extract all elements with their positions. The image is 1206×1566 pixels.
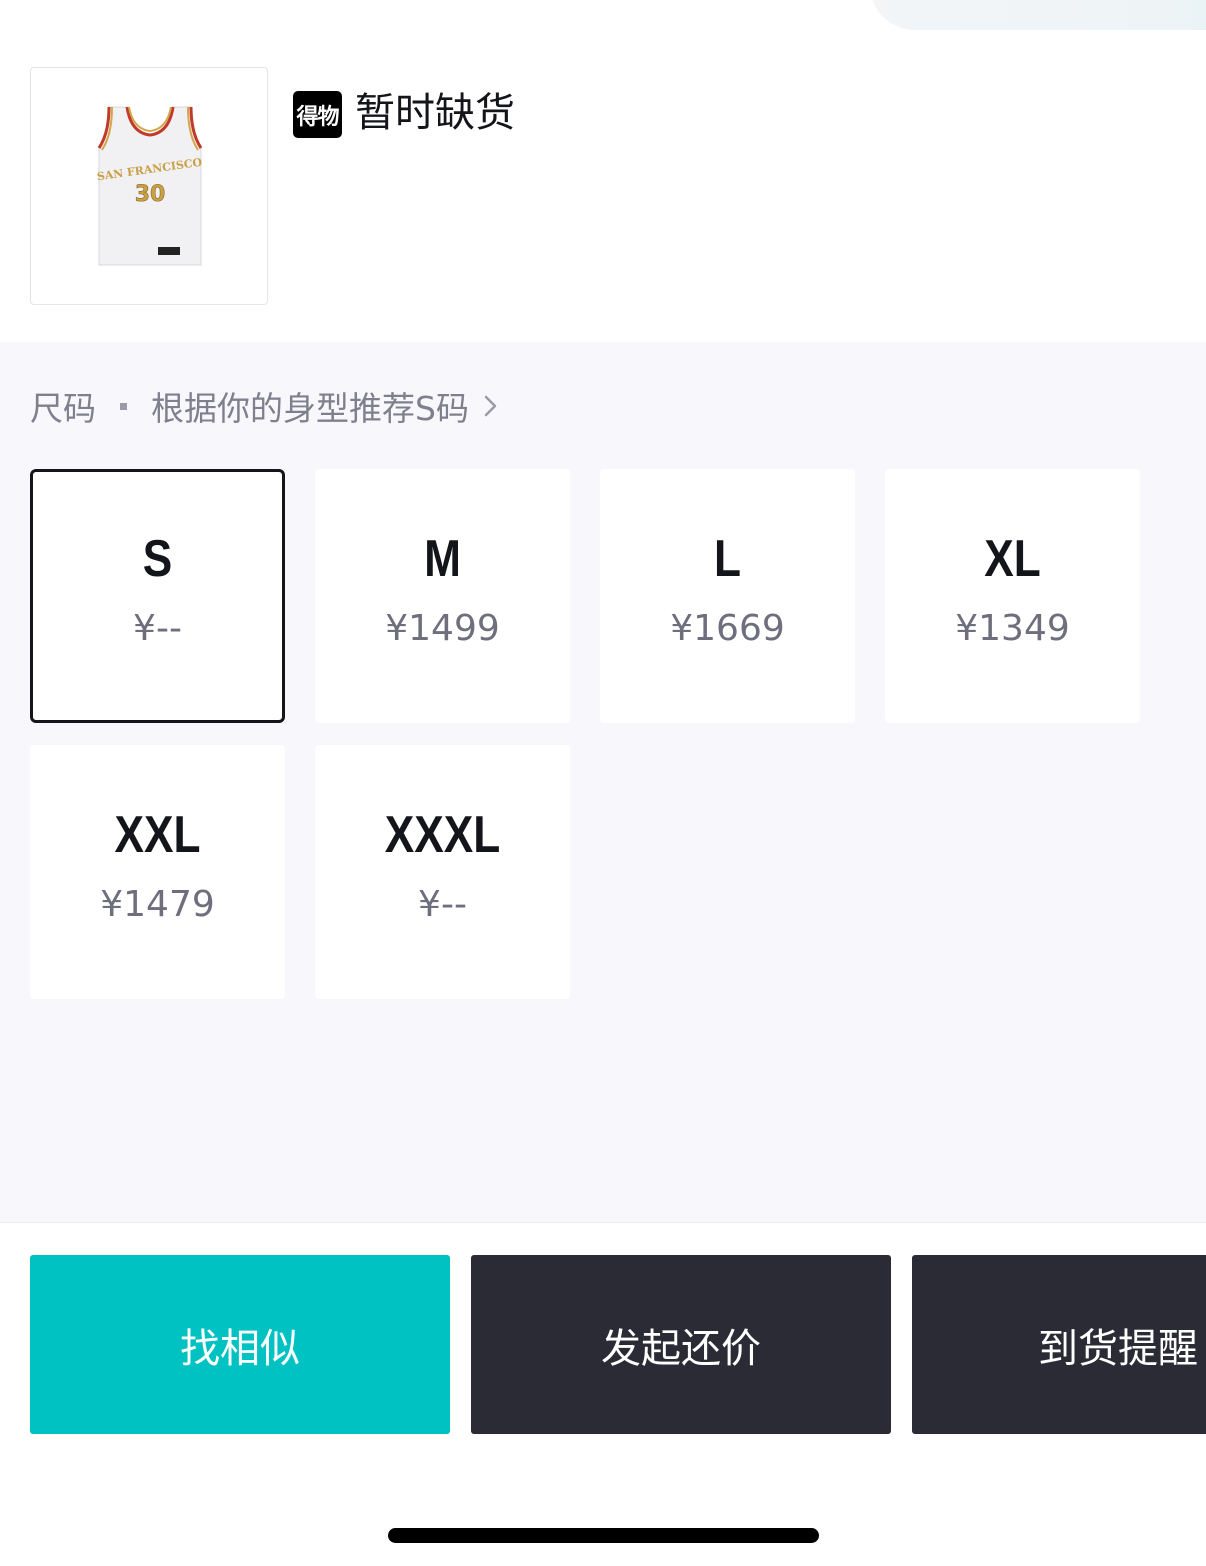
size-label: M [424,530,461,588]
product-header: SAN FRANCISCO 30 得物 暂时缺货 [0,0,1206,342]
brand-logo-badge: 得物 [293,91,342,138]
size-price: ¥1349 [955,608,1070,649]
size-price: ¥1479 [100,884,215,925]
size-label: S [142,530,173,588]
size-recommendation-text: 根据你的身型推荐S码 [151,389,469,428]
make-offer-button[interactable]: 发起还价 [471,1255,891,1434]
size-label: L [713,530,741,588]
product-size-sheet: SAN FRANCISCO 30 得物 暂时缺货 尺码 根据你的身型推荐S码 S… [0,0,1206,1566]
size-label: XXL [114,806,201,864]
bottom-action-bar: 找相似 发起还价 到货提醒 [0,1222,1206,1566]
size-label: XXXL [384,806,501,864]
find-similar-button[interactable]: 找相似 [30,1255,450,1434]
size-price: ¥-- [418,884,467,925]
size-grid: S ¥-- M ¥1499 L ¥1669 XL ¥1349 XXL ¥1479… [30,469,1170,999]
size-option-xxxl[interactable]: XXXL ¥-- [315,745,570,999]
size-price: ¥-- [133,608,182,649]
jersey-image: SAN FRANCISCO 30 [96,106,203,266]
size-section-label: 尺码 [30,389,96,428]
size-option-l[interactable]: L ¥1669 [600,469,855,723]
size-option-xxl[interactable]: XXL ¥1479 [30,745,285,999]
home-indicator[interactable] [388,1528,819,1543]
size-option-xl[interactable]: XL ¥1349 [885,469,1140,723]
size-price: ¥1499 [385,608,500,649]
size-panel: 尺码 根据你的身型推荐S码 S ¥-- M ¥1499 L ¥1669 XL ¥ [0,342,1206,1222]
svg-text:30: 30 [135,182,166,207]
chevron-right-icon [484,395,497,417]
notify-arrival-button[interactable]: 到货提醒 [912,1255,1206,1434]
top-decorative-pill [870,0,1206,30]
product-thumbnail[interactable]: SAN FRANCISCO 30 [30,67,268,305]
stock-status: 暂时缺货 [355,90,515,136]
size-option-s[interactable]: S ¥-- [30,469,285,723]
size-recommendation-link[interactable]: 尺码 根据你的身型推荐S码 [30,384,501,428]
size-price: ¥1669 [670,608,785,649]
size-label: XL [984,530,1041,588]
separator-dot [120,402,127,410]
size-option-m[interactable]: M ¥1499 [315,469,570,723]
